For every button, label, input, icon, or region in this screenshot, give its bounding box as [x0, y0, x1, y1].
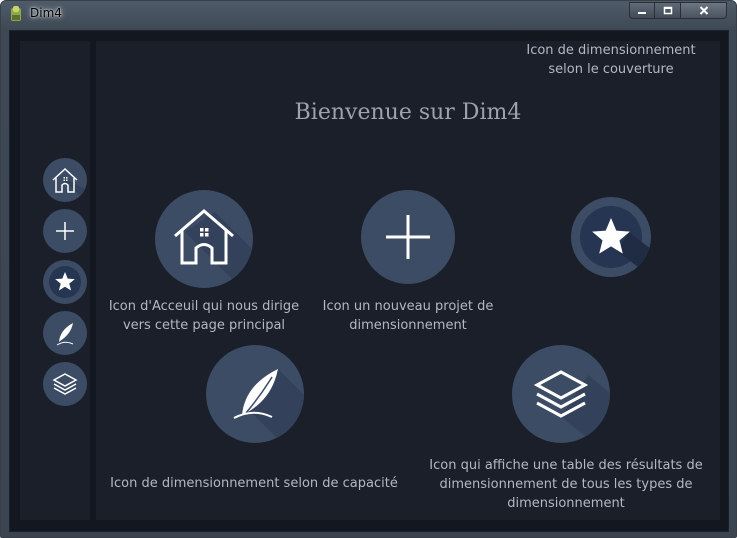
close-button[interactable] — [681, 2, 727, 19]
maximize-button[interactable] — [655, 2, 681, 19]
window-controls — [629, 2, 727, 21]
plus-icon — [56, 222, 74, 240]
title-bar[interactable]: Dim4 — [1, 1, 736, 27]
client-area: Bienvenue sur Dim4 Icon d'Acceuil qui no… — [9, 30, 729, 532]
page-title: Bienvenue sur Dim4 — [294, 100, 522, 125]
close-icon — [699, 6, 708, 15]
app-icon — [11, 6, 21, 21]
star-icon — [580, 206, 651, 277]
sidebar-new-project-button[interactable] — [43, 209, 87, 253]
new-project-card-line: Icon un nouveau projet de — [322, 299, 494, 314]
coverage-card-line: Icon de dimensionnement — [526, 43, 696, 58]
results-card-line: Icon qui affiche une table des résultats… — [429, 458, 703, 473]
sidebar — [20, 41, 90, 520]
home-icon — [52, 167, 87, 202]
plus-icon — [386, 215, 430, 259]
window-title: Dim4 — [30, 6, 62, 20]
home-card-line: vers cette page principal — [122, 318, 286, 333]
home-card-description: Icon d'Acceuil qui nous dirige vers cett… — [96, 297, 312, 335]
results-card-button[interactable] — [512, 345, 610, 443]
capacity-card-button[interactable] — [206, 345, 304, 443]
sidebar-home-button[interactable] — [43, 158, 87, 202]
layers-icon — [533, 370, 610, 443]
new-project-card-line: dimensionnement — [349, 318, 467, 333]
results-card-description: Icon qui affiche une table des résultats… — [416, 456, 716, 513]
new-project-card-description: Icon un nouveau projet de dimensionnemen… — [310, 297, 506, 335]
results-card-line: dimensionnement — [507, 496, 625, 511]
capacity-card-line: Icon de dimensionnement selon de capacit… — [110, 476, 398, 491]
star-icon — [49, 266, 81, 298]
coverage-card-line: selon le couverture — [548, 62, 674, 77]
sidebar-capacity-button[interactable] — [43, 311, 87, 355]
maximize-icon — [663, 6, 672, 15]
home-card-button[interactable] — [155, 190, 253, 288]
feather-icon — [233, 369, 304, 443]
layers-icon — [52, 373, 78, 395]
coverage-card-description: Icon de dimensionnement selon le couvert… — [516, 41, 706, 79]
sidebar-coverage-button[interactable] — [43, 260, 87, 304]
minimize-button[interactable] — [629, 2, 655, 19]
coverage-card-button[interactable] — [571, 197, 651, 277]
home-icon — [174, 209, 253, 288]
sidebar-results-button[interactable] — [43, 362, 87, 406]
capacity-card-description: Icon de dimensionnement selon de capacit… — [104, 474, 404, 493]
minimize-icon — [638, 11, 646, 14]
home-card-line: Icon d'Acceuil qui nous dirige — [108, 299, 300, 314]
new-project-card-button[interactable] — [361, 190, 455, 284]
main-panel: Bienvenue sur Dim4 Icon d'Acceuil qui no… — [96, 41, 720, 520]
results-card-line: dimensionnement de tous les types de — [439, 477, 693, 492]
feather-icon — [56, 323, 74, 346]
app-window: Dim4 Bienvenue sur Dim4 Icon d'Acceuil q… — [0, 0, 737, 538]
